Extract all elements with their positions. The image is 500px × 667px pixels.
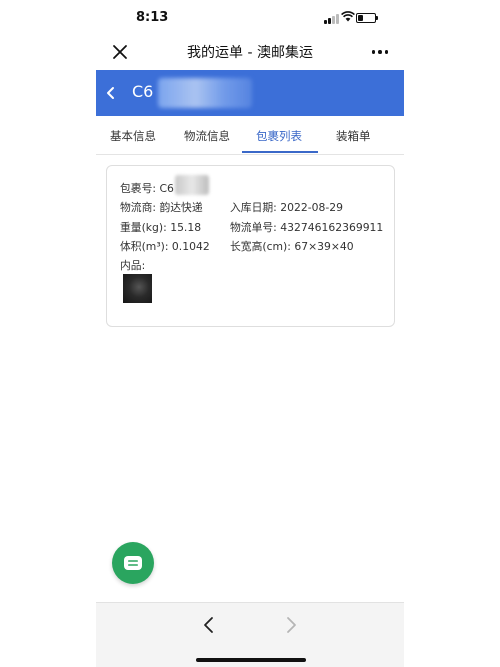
dimensions: 长宽高(cm): 67×39×40 <box>230 240 354 253</box>
chat-icon <box>124 556 142 570</box>
browser-toolbar <box>96 602 404 667</box>
tab-basic-info[interactable]: 基本信息 <box>110 128 156 144</box>
tab-packing-list[interactable]: 装箱单 <box>336 128 371 144</box>
nav-bar: 我的运单 - 澳邮集运 <box>96 34 404 70</box>
chevron-right-icon[interactable] <box>282 615 300 635</box>
chevron-left-icon[interactable] <box>200 615 218 635</box>
weight: 重量(kg): 15.18 <box>120 221 202 234</box>
chat-button[interactable] <box>112 542 154 584</box>
home-indicator[interactable] <box>196 658 306 662</box>
status-time: 8:13 <box>136 10 169 25</box>
signal-icon <box>324 14 339 24</box>
battery-icon <box>356 13 378 23</box>
contents-thumbnail[interactable] <box>123 274 152 303</box>
tab-bar: 基本信息 物流信息 包裹列表 装箱单 <box>96 116 404 155</box>
tab-logistics-info[interactable]: 物流信息 <box>184 128 230 144</box>
phone-screen: 8:13 我的运单 - 澳邮集运 C6 基本信息 物流信息 包裹列表 装箱单 包… <box>96 0 404 667</box>
page-title: 我的运单 - 澳邮集运 <box>187 45 313 61</box>
inbound-date: 入库日期: 2022-08-29 <box>230 201 344 214</box>
order-header: C6 <box>96 70 404 116</box>
tracking-number: 物流单号: 432746162369911 <box>230 221 384 234</box>
active-tab-indicator <box>242 151 318 153</box>
package-card: 包裹号: C6 物流商: 韵达快递 入库日期: 2022-08-29 重量(kg… <box>106 165 395 327</box>
contents-label: 内品: <box>120 259 146 272</box>
package-no-label: 包裹号: C6 <box>120 182 174 195</box>
package-no-value: C6 <box>159 182 174 195</box>
order-id: C6 <box>132 82 154 101</box>
redaction-blur <box>158 78 252 108</box>
status-bar: 8:13 <box>96 0 404 34</box>
tab-package-list[interactable]: 包裹列表 <box>256 128 302 144</box>
wifi-icon <box>341 11 355 22</box>
more-icon[interactable] <box>370 44 390 60</box>
chevron-left-icon[interactable] <box>104 85 118 101</box>
redaction-blur <box>175 175 209 195</box>
volume: 体积(m³): 0.1042 <box>120 240 210 253</box>
carrier: 物流商: 韵达快递 <box>120 201 203 214</box>
